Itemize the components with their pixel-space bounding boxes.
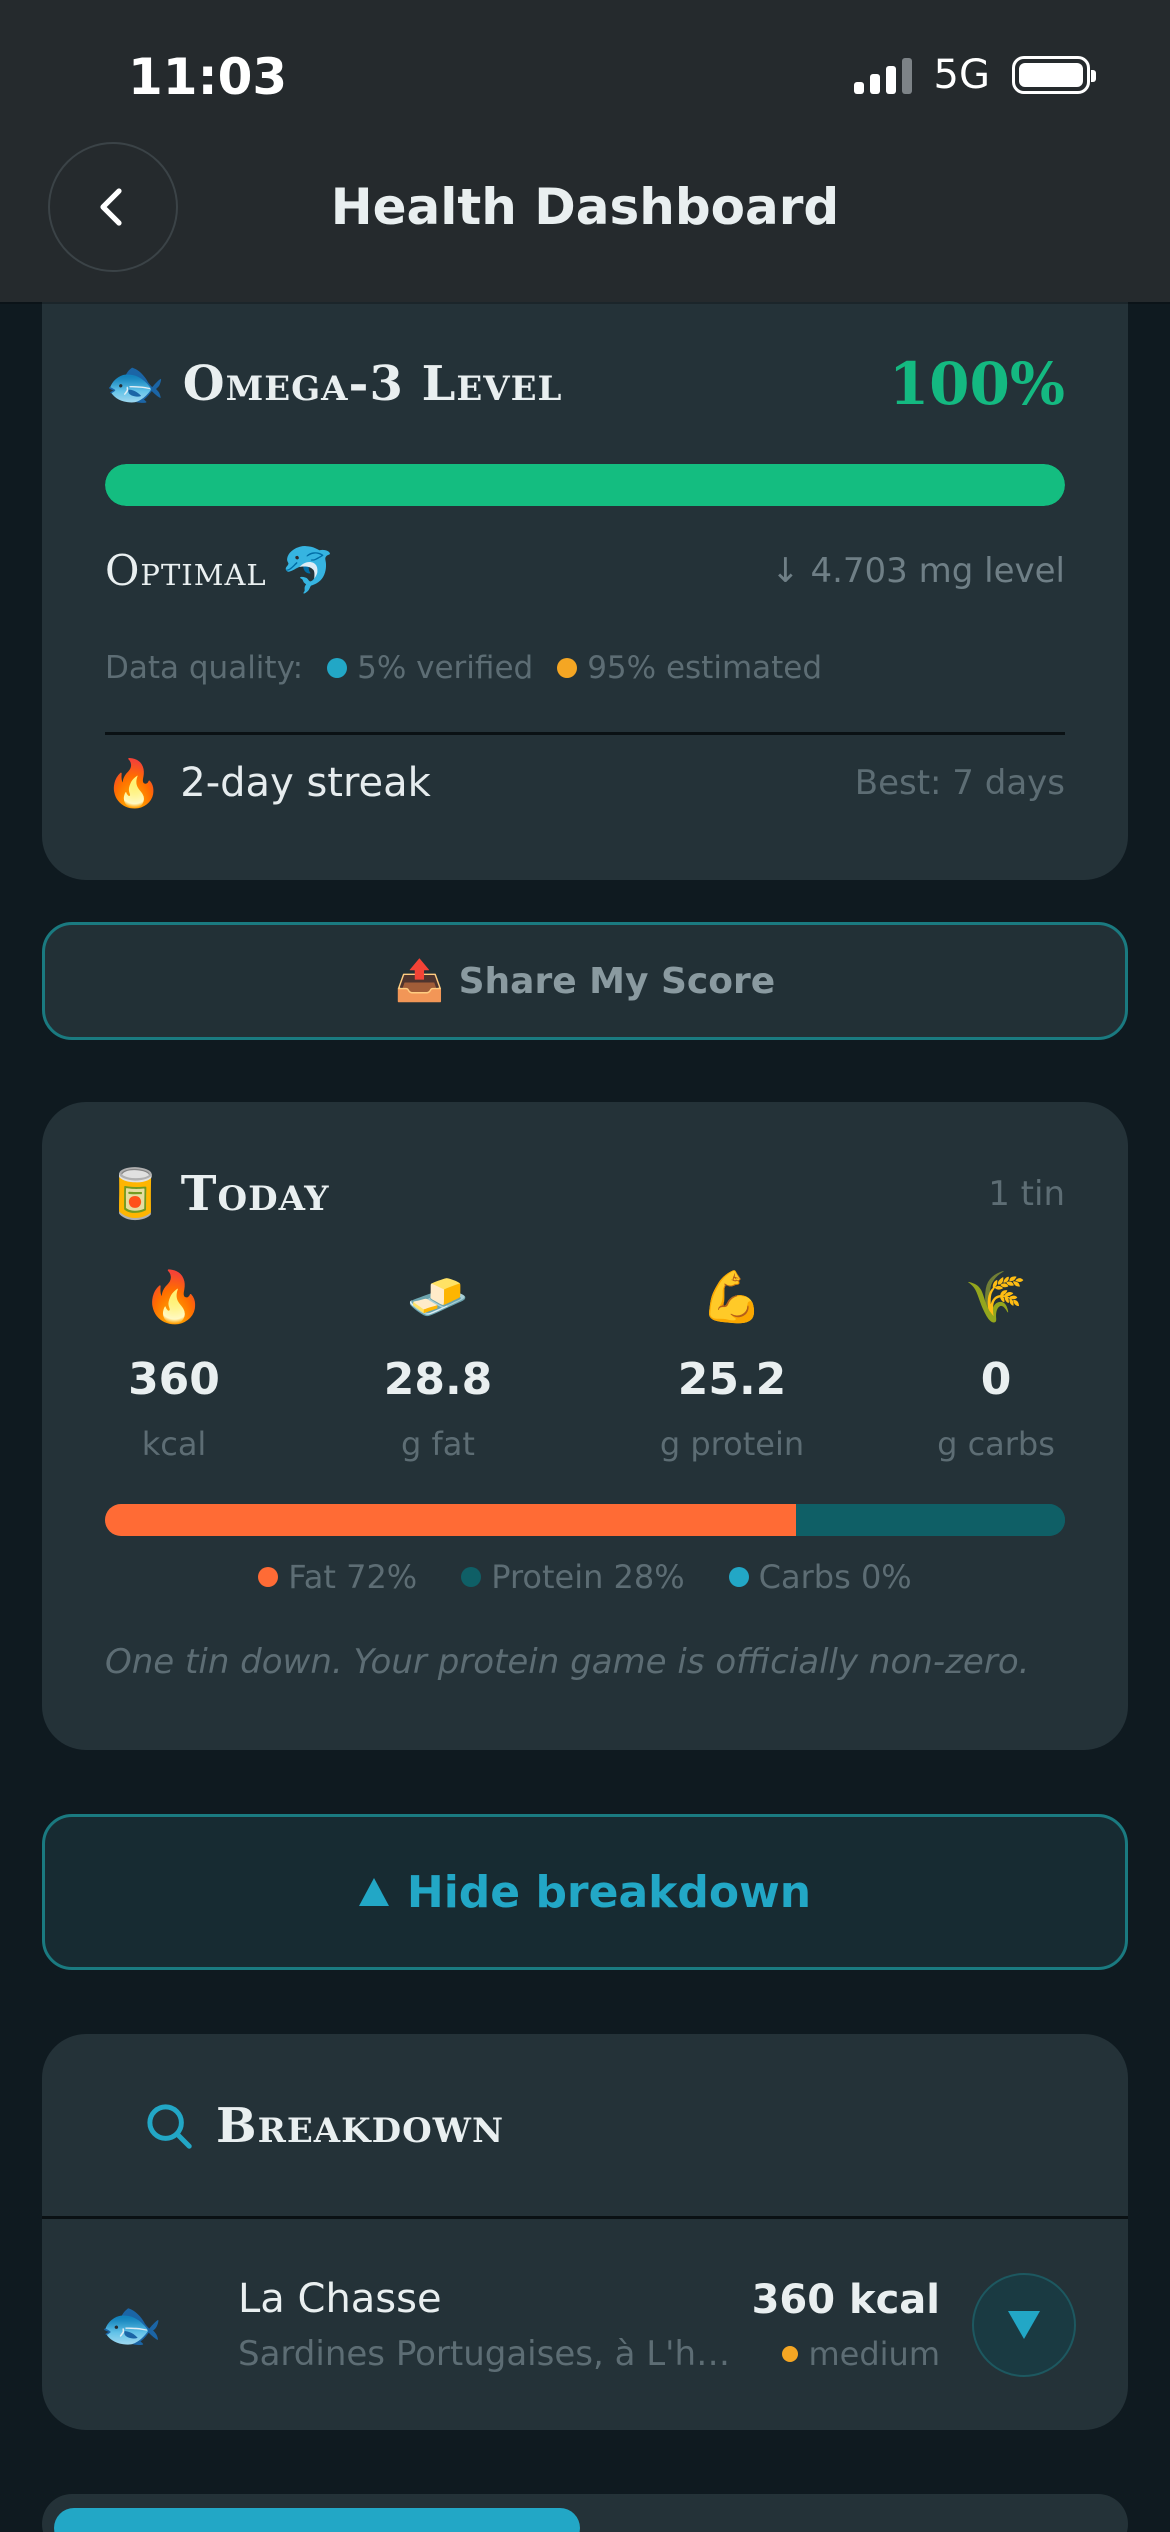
list-item[interactable]: 🐟 La Chasse Sardines Portugaises, à L'hu… <box>42 2219 1128 2430</box>
today-card: 🥫 Today 1 tin 🔥 360 kcal 🧈 28.8 g fat 💪 … <box>42 1102 1128 1750</box>
legend-carbs: Carbs 0% <box>758 1558 912 1596</box>
expand-item-button[interactable] <box>972 2272 1076 2377</box>
today-title: Today <box>180 1166 330 1222</box>
share-button-label: Share My Score <box>458 960 776 1002</box>
macro-fat: 🧈 28.8 g fat <box>318 1272 558 1463</box>
macro-value: 28.8 <box>383 1354 493 1405</box>
breakdown-card: Breakdown 🐟 La Chasse Sardines Portugais… <box>42 2034 1128 2430</box>
macro-value: 0 <box>980 1354 1012 1405</box>
share-score-button[interactable]: 📤 Share My Score <box>42 922 1128 1040</box>
hide-breakdown-button[interactable]: Hide breakdown <box>42 1814 1128 1970</box>
triangle-down-icon <box>1008 2310 1040 2339</box>
ratio-protein-segment <box>796 1504 1065 1536</box>
omega-title: Omega-3 Level <box>182 356 563 412</box>
ratio-fat-segment <box>105 1504 797 1536</box>
tin-count: 1 tin <box>988 1174 1065 1214</box>
page-title: Health Dashboard <box>330 178 840 236</box>
triangle-up-icon <box>358 1878 389 1906</box>
data-quality-label: Data quality: <box>105 650 304 686</box>
verified-text: 5% verified <box>357 650 534 686</box>
butter-icon: 🧈 <box>406 1268 470 1326</box>
streak-row: 🔥 2-day streak Best: 7 days <box>105 760 1065 806</box>
legend-fat: Fat 72% <box>288 1558 418 1596</box>
signal-icon <box>853 56 912 94</box>
macro-ratio-bar <box>105 1504 1065 1536</box>
rice-icon: 🌾 <box>964 1268 1028 1326</box>
top-bar: 11:03 5G Health Dashboard <box>0 0 1170 302</box>
divider <box>105 732 1065 735</box>
omega-header: 🐟 Omega-3 Level 100% <box>105 350 1065 418</box>
battery-icon <box>1012 56 1096 94</box>
legend-protein: Protein 28% <box>491 1558 685 1596</box>
macro-unit: g fat <box>401 1425 475 1463</box>
macro-legend: Fat 72% Protein 28% Carbs 0% <box>42 1558 1128 1596</box>
confidence-dot <box>782 2345 799 2362</box>
best-streak: Best: 7 days <box>854 763 1065 803</box>
omega-progress-fill <box>105 464 1065 506</box>
macro-carbs: 🌾 0 g carbs <box>906 1272 1086 1463</box>
macro-grid: 🔥 360 kcal 🧈 28.8 g fat 💪 25.2 g protein… <box>84 1272 1086 1463</box>
today-header: 🥫 Today 1 tin <box>105 1166 1065 1222</box>
estimated-text: 95% estimated <box>587 650 823 686</box>
omega-card: 🐟 Omega-3 Level 100% Optimal 🐬 ↓ 4.703 m… <box>42 250 1128 880</box>
network-type: 5G <box>933 52 990 98</box>
verified-dot <box>327 658 348 678</box>
omega-status: Optimal <box>105 546 267 595</box>
status-indicators: 5G <box>853 52 1096 98</box>
status-time: 11:03 <box>128 48 288 106</box>
breakdown-title: Breakdown <box>216 2098 505 2154</box>
next-card-bar <box>54 2508 580 2532</box>
macro-value: 25.2 <box>677 1354 787 1405</box>
hide-breakdown-label: Hide breakdown <box>406 1866 812 1918</box>
search-icon <box>147 2104 192 2149</box>
macro-unit: kcal <box>141 1425 207 1463</box>
protein-dot <box>461 1567 482 1587</box>
macro-protein: 💪 25.2 g protein <box>612 1272 852 1463</box>
next-card <box>42 2494 1128 2532</box>
data-quality-row: Data quality: 5% verified 95% estimated <box>105 650 1065 686</box>
dolphin-icon: 🐬 <box>280 544 336 596</box>
item-brand: La Chasse <box>238 2275 442 2322</box>
item-confidence: medium <box>808 2334 940 2373</box>
item-description: Sardines Portugaises, à L'huil... <box>238 2333 752 2374</box>
flexed-biceps-icon: 💪 <box>700 1268 764 1326</box>
fire-icon: 🔥 <box>105 756 163 810</box>
omega-status-row: Optimal 🐬 ↓ 4.703 mg level <box>105 546 1065 595</box>
fire-icon: 🔥 <box>142 1268 206 1326</box>
tin-can-icon: 🥫 <box>105 1166 165 1222</box>
item-kcal: 360 kcal <box>751 2276 940 2323</box>
today-quip: One tin down. Your protein game is offic… <box>105 1642 1030 1682</box>
estimated-dot <box>557 658 578 678</box>
macro-value: 360 <box>128 1354 220 1405</box>
omega-percent: 100% <box>888 350 1065 418</box>
breakdown-header: Breakdown <box>42 2034 1128 2218</box>
carbs-dot <box>728 1567 749 1587</box>
macro-unit: g carbs <box>937 1425 1055 1463</box>
fish-icon: 🐟 <box>100 2295 163 2354</box>
streak-text: 2-day streak <box>180 760 431 806</box>
macro-unit: g protein <box>659 1425 805 1463</box>
fat-dot <box>258 1567 279 1587</box>
macro-calories: 🔥 360 kcal <box>84 1272 264 1463</box>
omega-level-text: ↓ 4.703 mg level <box>771 550 1065 591</box>
outbox-tray-icon: 📤 <box>394 958 445 1004</box>
fish-icon: 🐟 <box>105 356 165 412</box>
omega-progress-bar <box>105 464 1065 506</box>
